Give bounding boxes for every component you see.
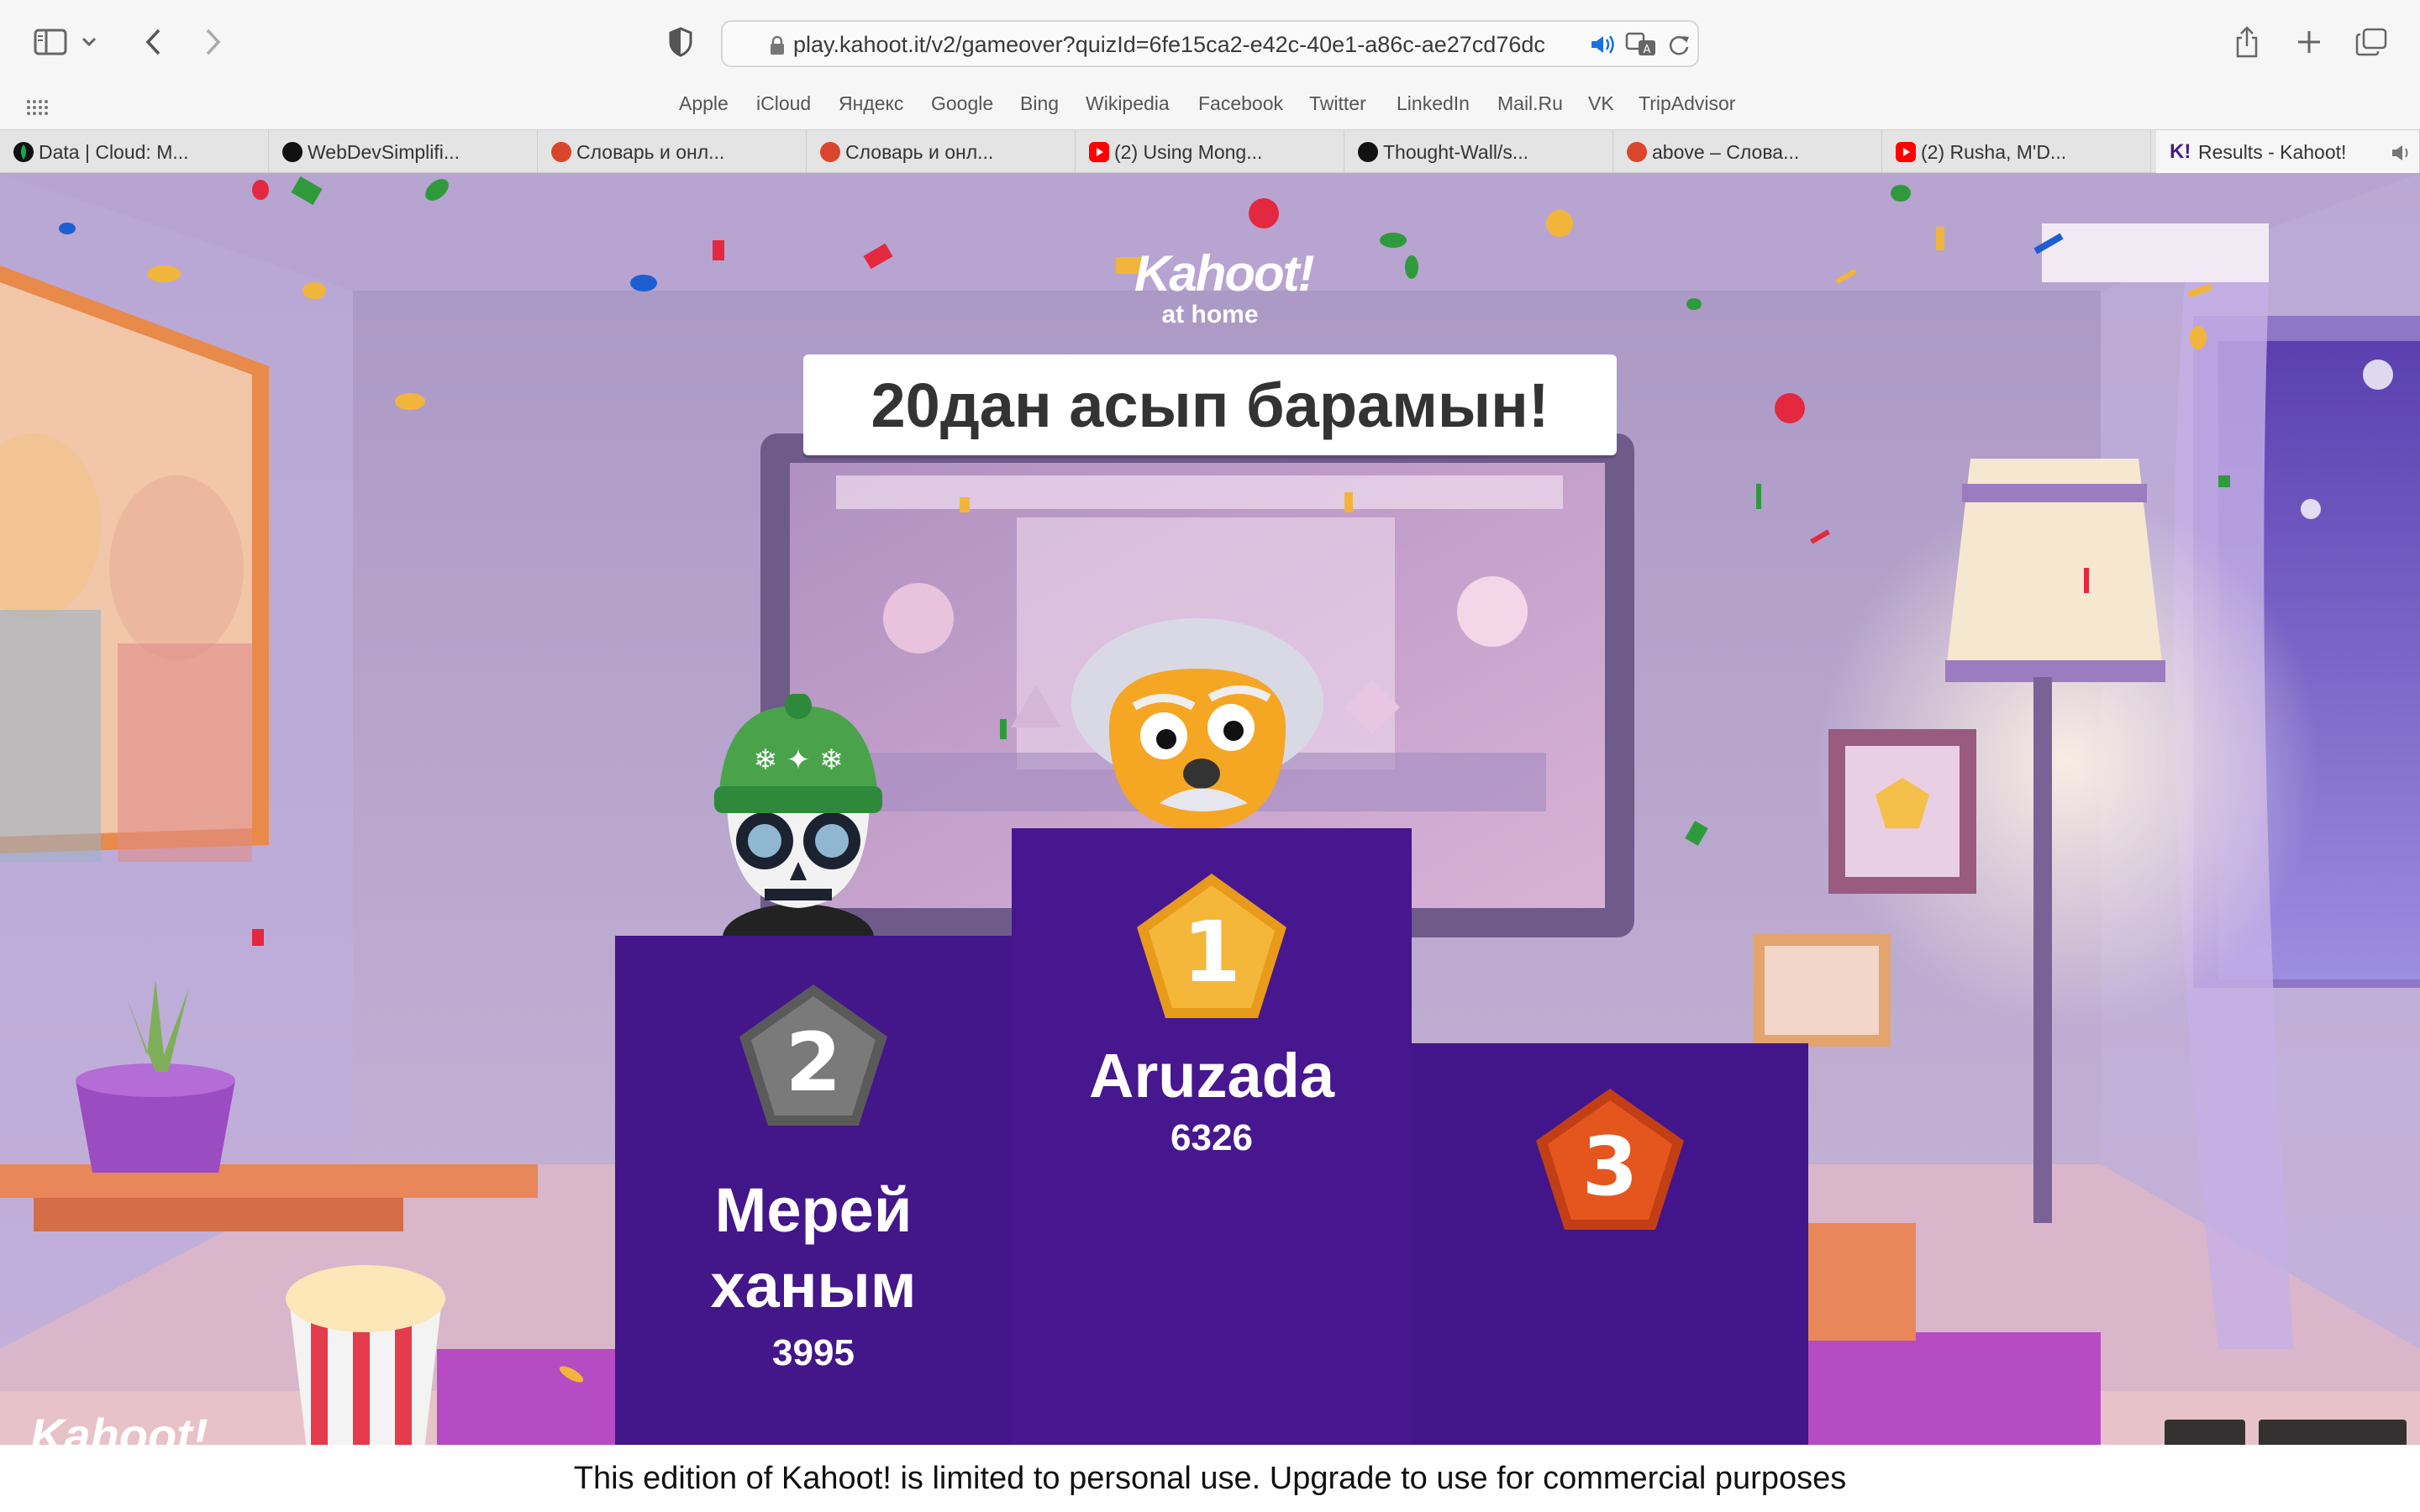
dictionary-icon — [551, 142, 571, 162]
youtube-icon — [1896, 142, 1916, 162]
svg-text:❄ ✦ ❄: ❄ ✦ ❄ — [753, 743, 843, 777]
favorite-link[interactable]: Wikipedia — [1086, 92, 1170, 115]
kahoot-at-home-logo: Kahoot! at home — [1134, 245, 1315, 329]
favorite-link[interactable]: VK — [1588, 92, 1614, 115]
speaker-icon[interactable] — [2391, 144, 2412, 162]
kahoot-watermark: Kahoot! — [30, 1409, 208, 1445]
audio-playing-icon[interactable] — [1590, 34, 1615, 55]
tab-youtube[interactable]: (2) Using Mong... — [1076, 130, 1344, 174]
tab-overview-icon[interactable] — [2351, 22, 2391, 62]
tab-bar: Data | Cloud: M... WebDevSimplifi... Сло… — [0, 129, 2420, 174]
first-place-number: 1 — [1182, 903, 1241, 1001]
tab-label: (2) Rusha, M'D... — [1921, 140, 2067, 163]
tab-dictionary[interactable]: above – Слова... — [1613, 130, 1882, 174]
first-place-score: 6326 — [1171, 1117, 1253, 1158]
quiz-title: 20дан асып барамын! — [871, 370, 1549, 440]
tab-dictionary[interactable]: Словарь и онл... — [807, 130, 1076, 174]
einstein-avatar — [1071, 618, 1323, 830]
address-bar[interactable]: play.kahoot.it/v2/gameover?quizId=6fe15c… — [721, 20, 1699, 67]
chevron-down-icon[interactable] — [77, 22, 101, 62]
reload-icon[interactable] — [1667, 34, 1691, 57]
tab-label: Thought-Wall/s... — [1383, 140, 1528, 163]
dictionary-icon — [1627, 142, 1647, 162]
browser-toolbar: play.kahoot.it/v2/gameover?quizId=6fe15c… — [0, 0, 2420, 87]
github-icon — [282, 142, 302, 162]
gold-place-badge-icon: 1 — [1137, 874, 1286, 1018]
tab-label: above – Слова... — [1652, 140, 1800, 163]
tab-label: WebDevSimplifi... — [308, 140, 460, 163]
favorite-link[interactable]: Twitter — [1309, 92, 1366, 115]
tab-mongodb[interactable]: Data | Cloud: M... — [0, 130, 269, 174]
logo-subtitle: at home — [1161, 301, 1259, 328]
new-tab-icon[interactable] — [2289, 22, 2329, 62]
favorite-link[interactable]: TripAdvisor — [1639, 92, 1735, 115]
favorites-bar: Apple iCloud Яндекс Google Bing Wikipedi… — [0, 87, 2420, 129]
lock-icon — [771, 35, 784, 55]
tab-dictionary[interactable]: Словарь и онл... — [538, 130, 807, 174]
license-notice-bar: This edition of Kahoot! is limited to pe… — [0, 1445, 2420, 1512]
grid-icon[interactable] — [22, 92, 52, 123]
mongodb-leaf-icon — [13, 142, 34, 162]
github-icon — [1358, 142, 1378, 162]
tab-github[interactable]: Thought-Wall/s... — [1344, 130, 1613, 174]
favorite-link[interactable]: Apple — [679, 92, 729, 115]
tab-youtube[interactable]: (2) Rusha, M'D... — [1882, 130, 2151, 174]
logo-wordmark: Kahoot! — [1134, 245, 1315, 302]
youtube-icon — [1089, 142, 1109, 162]
forward-icon[interactable] — [193, 22, 234, 62]
svg-text:A: A — [1644, 44, 1651, 56]
favorite-link[interactable]: LinkedIn — [1397, 92, 1470, 115]
silver-place-badge-icon: 2 — [739, 984, 887, 1126]
podium-first-place: 1 Aruzada 6326 — [1012, 828, 1412, 1445]
second-place-number: 2 — [786, 1016, 842, 1110]
tab-label: Data | Cloud: M... — [39, 140, 189, 163]
second-place-name-line1: Мерей — [714, 1175, 913, 1245]
back-icon[interactable] — [133, 22, 173, 62]
share-icon[interactable] — [2227, 22, 2267, 62]
second-place-name-line2: ханым — [710, 1251, 917, 1320]
favorite-link[interactable]: Google — [931, 92, 993, 115]
tab-label: Словарь и онл... — [576, 140, 725, 163]
podium-third-place: 3 — [1412, 1043, 1808, 1445]
tab-kahoot-results[interactable]: K! Results - Kahoot! — [2156, 130, 2420, 174]
favorite-link[interactable]: Bing — [1020, 92, 1059, 115]
privacy-shield-icon[interactable] — [660, 22, 701, 62]
sidebar-toggle-icon[interactable] — [30, 22, 71, 62]
kahoot-results-screen: Kahoot! at home 20дан асып барамын! ❄ ✦ … — [0, 173, 2420, 1445]
second-place-score: 3995 — [772, 1332, 855, 1373]
translate-icon[interactable]: A — [1625, 32, 1657, 57]
dictionary-icon — [820, 142, 840, 162]
tab-github[interactable]: WebDevSimplifi... — [269, 130, 538, 174]
license-notice-text: This edition of Kahoot! is limited to pe… — [573, 1460, 1847, 1496]
favorite-link[interactable]: Facebook — [1198, 92, 1283, 115]
third-place-number: 3 — [1582, 1120, 1639, 1214]
first-place-name: Aruzada — [1089, 1041, 1334, 1110]
url-text: play.kahoot.it/v2/gameover?quizId=6fe15c… — [793, 32, 1545, 57]
bronze-place-badge-icon: 3 — [1536, 1089, 1684, 1230]
podium-second-place: 2 Мерей ханым 3995 — [615, 936, 1012, 1445]
quiz-title-card: 20дан асып барамын! — [803, 354, 1617, 455]
favorite-link[interactable]: Mail.Ru — [1497, 92, 1563, 115]
tab-label: (2) Using Mong... — [1114, 140, 1263, 163]
kahoot-icon: K! — [2170, 140, 2191, 163]
favorite-link[interactable]: Яндекс — [839, 92, 903, 115]
favorite-link[interactable]: iCloud — [756, 92, 811, 115]
tab-label: Словарь и онл... — [845, 140, 994, 163]
skeleton-avatar: ❄ ✦ ❄ — [714, 694, 882, 946]
tab-label: Results - Kahoot! — [2198, 140, 2347, 163]
